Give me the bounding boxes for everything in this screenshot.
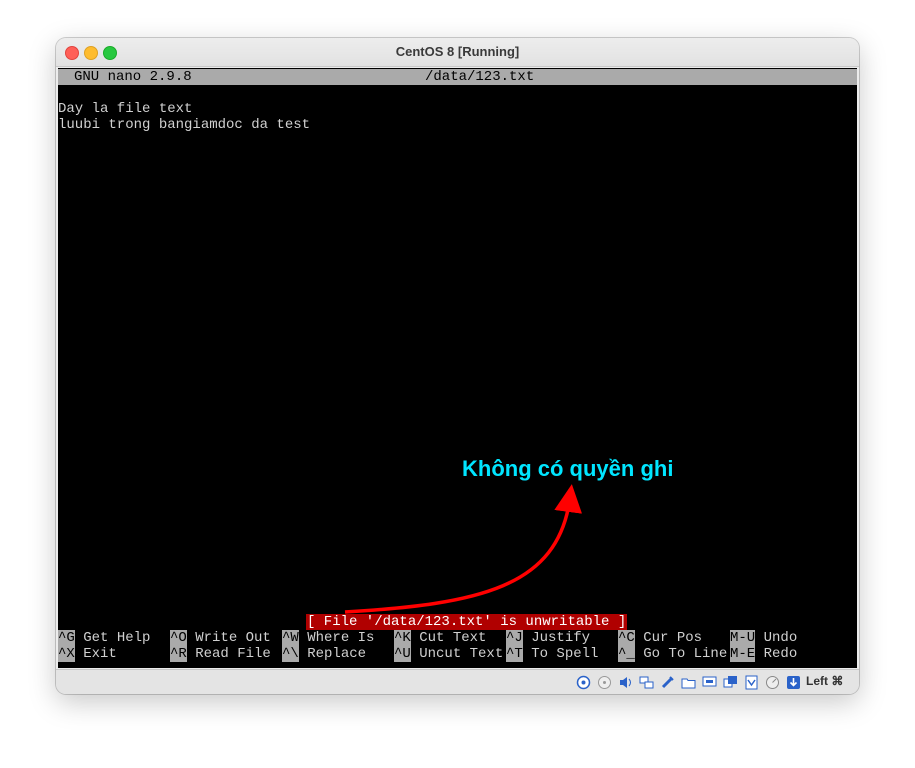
display-icon[interactable] [702, 675, 717, 690]
shortcut-justify: ^J Justify [506, 630, 590, 646]
shortcut-exit: ^X Exit [58, 646, 117, 662]
shortcut-redo: M-E Redo [730, 646, 797, 662]
shortcut-label: Uncut Text [419, 646, 504, 662]
shortcut-label: Exit [83, 646, 117, 662]
shortcut-key: ^\ [282, 646, 299, 662]
shortcut-cut-text: ^K Cut Text [394, 630, 486, 646]
shortcut-key: ^J [506, 630, 523, 646]
shortcut-key: ^C [618, 630, 635, 646]
shared-folder-icon[interactable] [681, 675, 696, 690]
annotation-arrow [344, 484, 583, 614]
shortcut-label: Go To Line [643, 646, 728, 662]
shortcut-label: Redo [763, 646, 798, 662]
shortcut-key: ^W [282, 630, 299, 646]
video-capture-icon[interactable] [723, 675, 738, 690]
window-titlebar[interactable]: CentOS 8 [Running] [56, 38, 859, 67]
audio-icon[interactable] [618, 675, 633, 690]
shortcut-key: ^G [58, 630, 75, 646]
shortcut-get-help: ^G Get Help [58, 630, 150, 646]
host-key-label[interactable]: Left ⌘ [806, 674, 843, 688]
shortcut-read-file: ^R Read File [170, 646, 271, 662]
shortcut-write-out: ^O Write Out [170, 630, 271, 646]
cpu-icon[interactable] [744, 675, 759, 690]
shortcut-label: Get Help [83, 630, 151, 646]
shortcut-cur-pos: ^C Cur Pos [618, 630, 702, 646]
shortcut-key: ^R [170, 646, 187, 662]
shortcut-label: Cut Text [419, 630, 487, 646]
shortcut-label: Where Is [307, 630, 375, 646]
shortcut-to-spell: ^T To Spell [506, 646, 598, 662]
shortcut-label: Cur Pos [643, 630, 703, 646]
shortcut-label: Justify [531, 630, 591, 646]
shortcut-key: ^X [58, 646, 75, 662]
optical-drive-icon[interactable] [597, 675, 612, 690]
hard-disk-icon[interactable] [576, 675, 591, 690]
vm-status-bar: Left ⌘ [56, 669, 859, 694]
shortcut-uncut-text: ^U Uncut Text [394, 646, 503, 662]
status-message: [ File '/data/123.txt' is unwritable ] [306, 614, 628, 630]
shortcut-label: Undo [763, 630, 798, 646]
shortcut-key: M-U [730, 630, 756, 646]
annotation-label: Không có quyền ghi [462, 456, 674, 481]
usb-icon[interactable] [660, 675, 675, 690]
shortcut-label: To Spell [531, 646, 599, 662]
shortcut-go-to-line: ^_ Go To Line [618, 646, 727, 662]
network-icon[interactable] [639, 675, 654, 690]
mouse-integration-icon[interactable] [765, 675, 780, 690]
shortcut-label: Write Out [195, 630, 271, 646]
shortcut-key: ^O [170, 630, 187, 646]
keyboard-capture-icon[interactable] [786, 675, 801, 690]
shortcut-key: ^U [394, 646, 411, 662]
virtualbox-window: CentOS 8 [Running] GNU nano 2.9.8 /data/… [56, 38, 859, 694]
vm-screen[interactable]: GNU nano 2.9.8 /data/123.txt Day la file… [58, 68, 857, 668]
shortcut-label: Read File [195, 646, 271, 662]
shortcut-replace: ^\ Replace [282, 646, 366, 662]
shortcut-key: ^T [506, 646, 523, 662]
shortcut-key: ^K [394, 630, 411, 646]
shortcut-undo: M-U Undo [730, 630, 797, 646]
shortcut-where-is: ^W Where Is [282, 630, 374, 646]
shortcut-key: M-E [730, 646, 756, 662]
shortcut-key: ^_ [618, 646, 635, 662]
shortcut-label: Replace [307, 646, 367, 662]
window-title: CentOS 8 [Running] [395, 44, 520, 59]
